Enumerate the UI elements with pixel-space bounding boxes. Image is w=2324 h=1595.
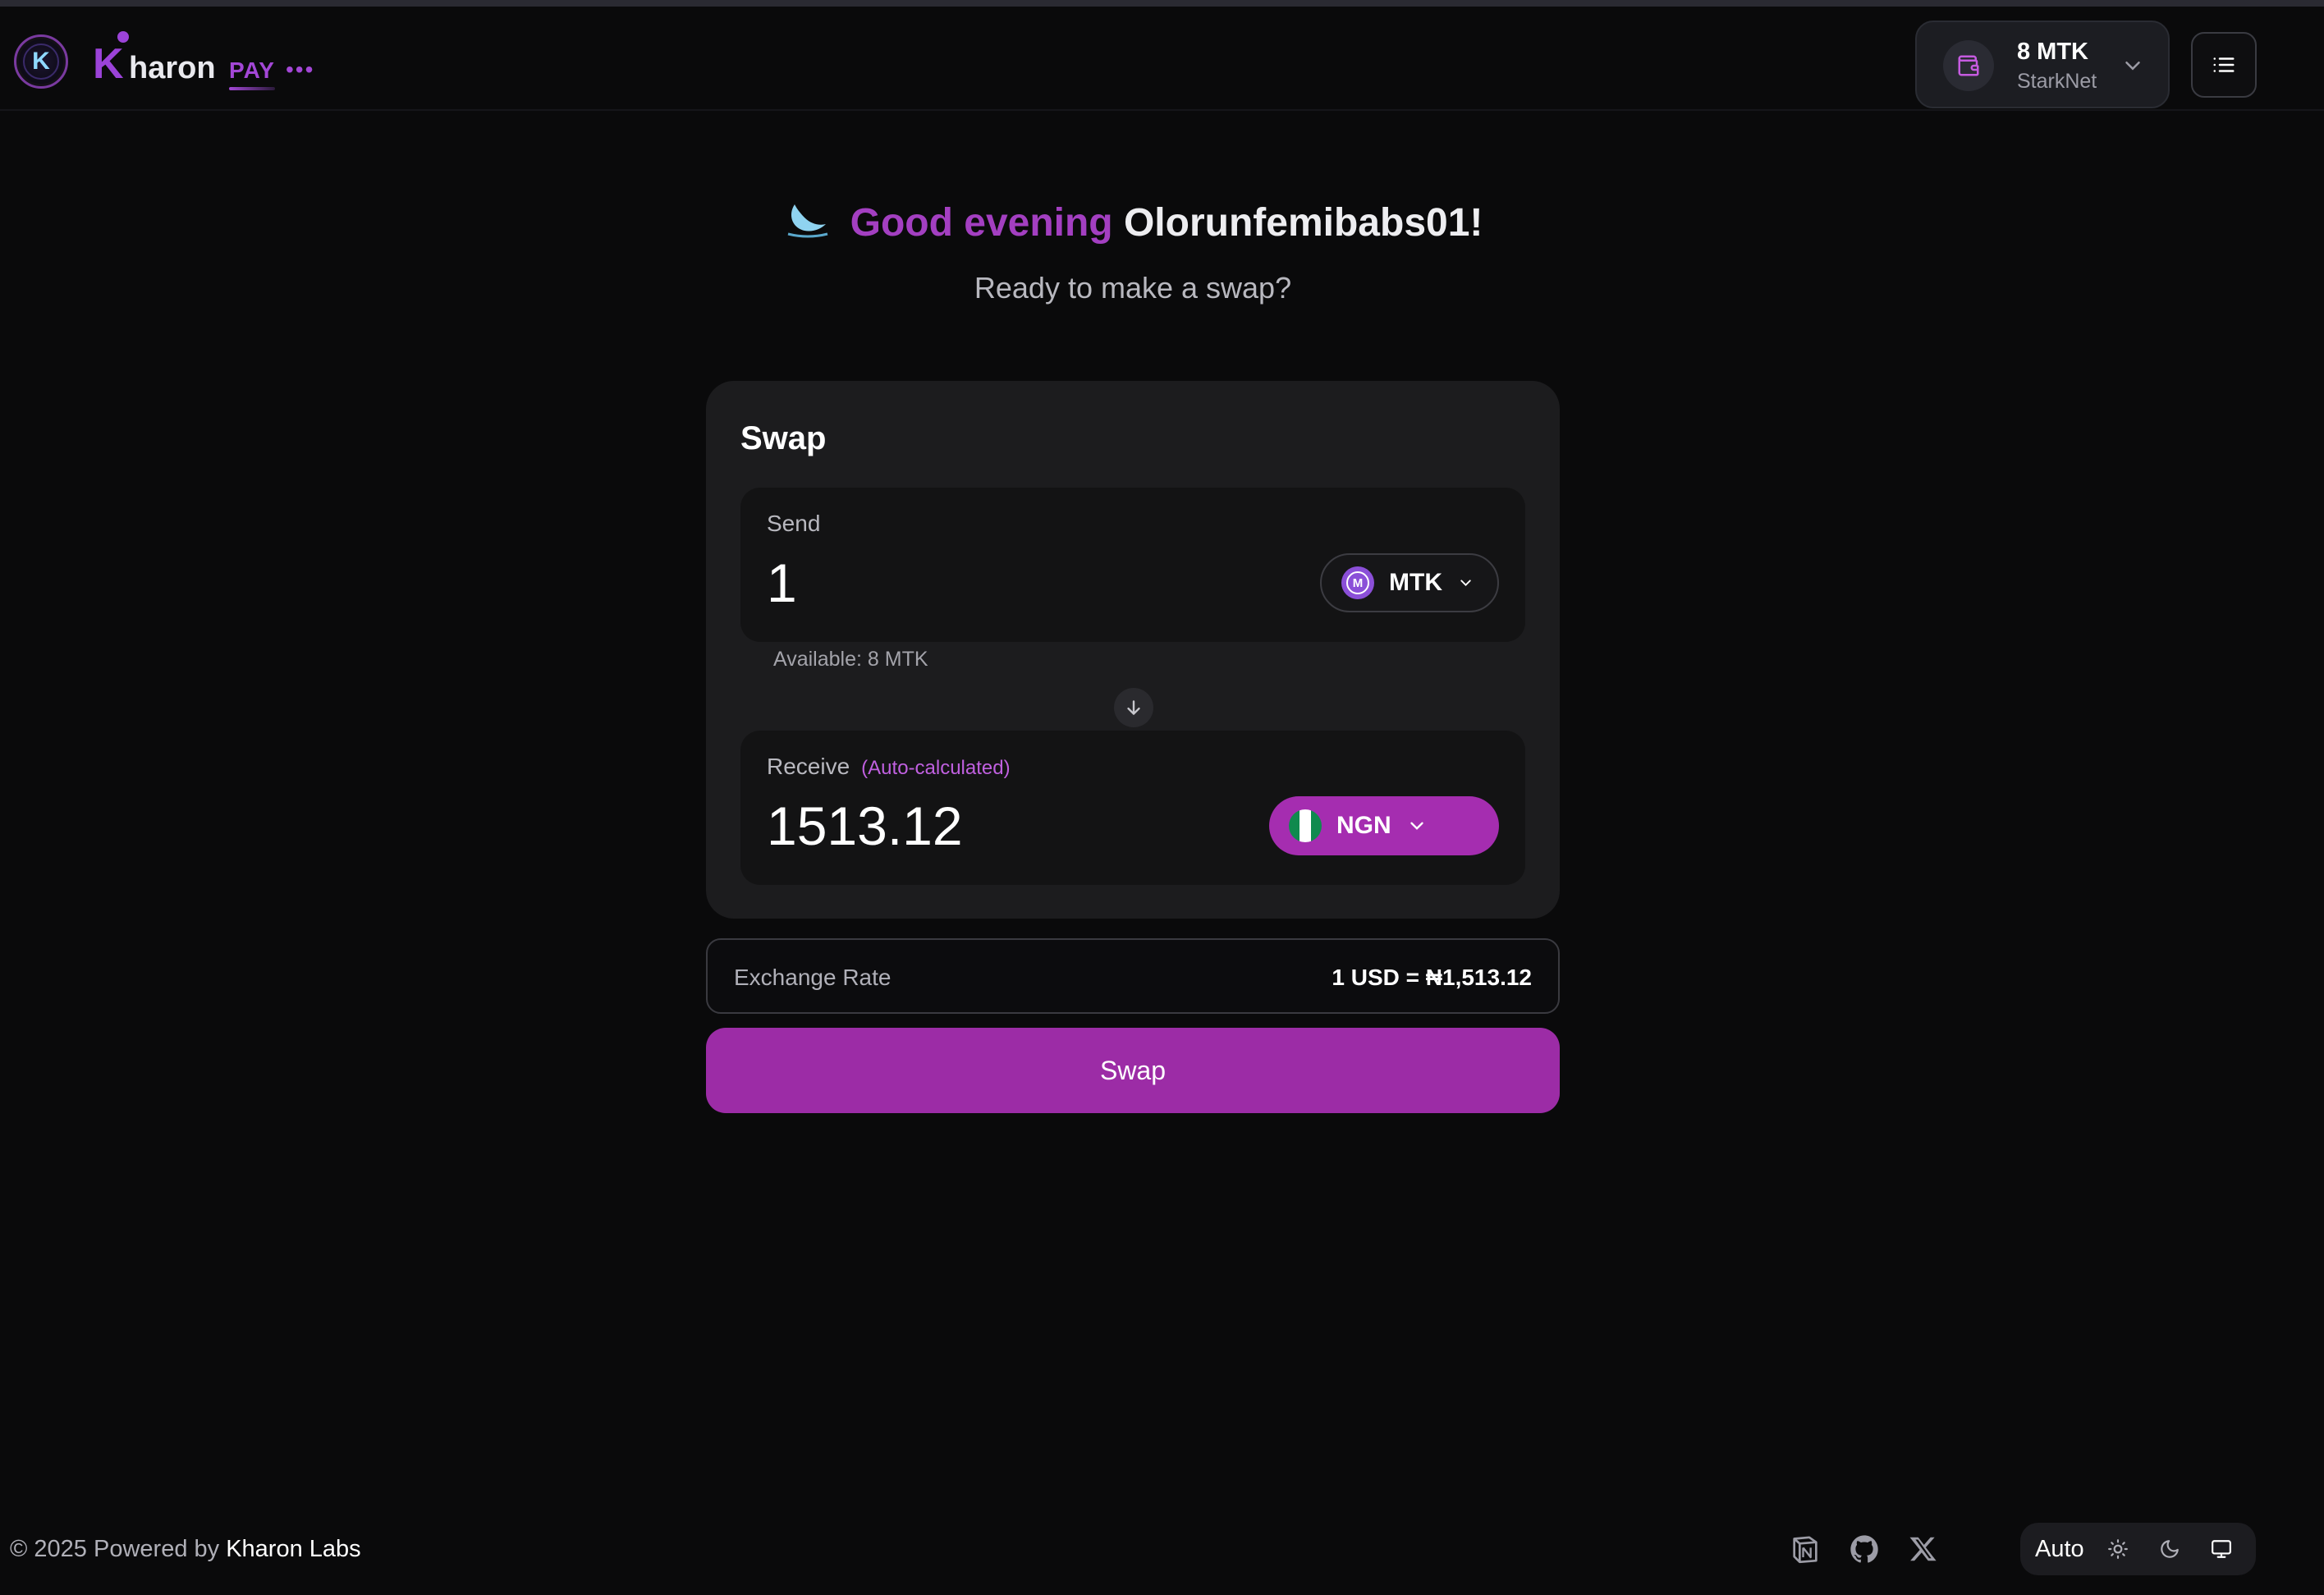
moon-icon[interactable] <box>2152 1531 2188 1567</box>
exchange-rate-value: 1 USD = ₦1,513.12 <box>1332 965 1532 990</box>
app-header: K K haron PAY ••• 8 MTK StarkNet <box>0 7 2324 111</box>
send-panel: Send 1 M MTK <box>740 488 1525 642</box>
available-balance: Available: 8 MTK <box>773 648 928 671</box>
receive-label: Receive <box>767 754 850 779</box>
swap-card-title: Swap <box>740 420 827 456</box>
receive-currency-select[interactable]: NGN <box>1269 796 1499 855</box>
x-link[interactable] <box>1905 1531 1941 1567</box>
footer-copyright: © 2025 Powered by Kharon Labs <box>10 1536 361 1563</box>
brand-underline <box>229 87 275 90</box>
nigeria-flag-icon <box>1289 809 1322 842</box>
monitor-icon[interactable] <box>2204 1531 2239 1567</box>
copyright-text: © 2025 Powered by <box>10 1536 220 1562</box>
x-icon <box>1909 1537 1937 1561</box>
brand-dots: ••• <box>286 57 315 82</box>
swap-direction-button[interactable] <box>1114 688 1153 727</box>
chevron-down-icon <box>1460 580 1471 586</box>
receive-panel: Receive (Auto-calculated) 1513.12 NGN <box>740 731 1525 885</box>
company-link[interactable]: Kharon Labs <box>226 1536 360 1562</box>
greeting-heading: Good evening Olorunfemibabs01! <box>0 197 2266 250</box>
github-link[interactable] <box>1846 1531 1882 1567</box>
wallet-balance: 8 MTK <box>2017 39 2088 65</box>
swap-card: Swap Send 1 M MTK Available: 8 MTK Recei… <box>706 381 1560 919</box>
send-amount-input[interactable]: 1 <box>767 552 797 614</box>
auto-calculated-note: (Auto-calculated) <box>861 757 1011 779</box>
chevron-down-icon <box>1410 822 1423 830</box>
brand-k: K <box>93 40 124 88</box>
logo-badge[interactable]: K <box>14 34 68 89</box>
send-label: Send <box>767 511 821 536</box>
chevron-down-icon <box>2125 62 2140 71</box>
theme-auto-option[interactable]: Auto <box>2035 1536 2084 1563</box>
theme-switcher: Auto <box>2020 1523 2256 1575</box>
swap-button[interactable]: Swap <box>706 1028 1560 1113</box>
receive-amount: 1513.12 <box>767 795 963 856</box>
mtk-token-icon: M <box>1341 566 1374 599</box>
greeting-username: Olorunfemibabs01! <box>1123 201 1483 245</box>
send-token-select[interactable]: M MTK <box>1320 553 1499 612</box>
notion-link[interactable] <box>1787 1531 1823 1567</box>
wallet-icon <box>1943 40 1994 91</box>
brand-name: haron <box>129 51 216 85</box>
wallet-network: StarkNet <box>2017 70 2097 93</box>
receive-label-row: Receive (Auto-calculated) <box>767 754 1011 780</box>
greeting-subtitle: Ready to make a swap? <box>974 271 1292 305</box>
list-icon <box>2213 57 2235 72</box>
arrow-down-icon <box>1127 700 1140 715</box>
send-token-label: MTK <box>1389 569 1442 596</box>
sun-icon[interactable] <box>2101 1531 2136 1567</box>
exchange-rate-label: Exchange Rate <box>734 965 892 990</box>
moon-icon <box>787 204 827 238</box>
github-icon <box>1850 1535 1878 1563</box>
wallet-button[interactable]: 8 MTK StarkNet <box>1915 21 2170 108</box>
exchange-rate-panel: Exchange Rate 1 USD = ₦1,513.12 <box>706 938 1560 1014</box>
receive-currency-label: NGN <box>1336 812 1391 839</box>
brand-pay: PAY <box>229 57 275 83</box>
mtk-token-letter: M <box>1346 571 1369 594</box>
window-top-border <box>0 0 2324 7</box>
notion-icon <box>1793 1536 1817 1564</box>
logo-letter: K <box>23 44 59 80</box>
menu-button[interactable] <box>2191 32 2257 98</box>
greeting-salutation: Good evening <box>850 201 1113 245</box>
